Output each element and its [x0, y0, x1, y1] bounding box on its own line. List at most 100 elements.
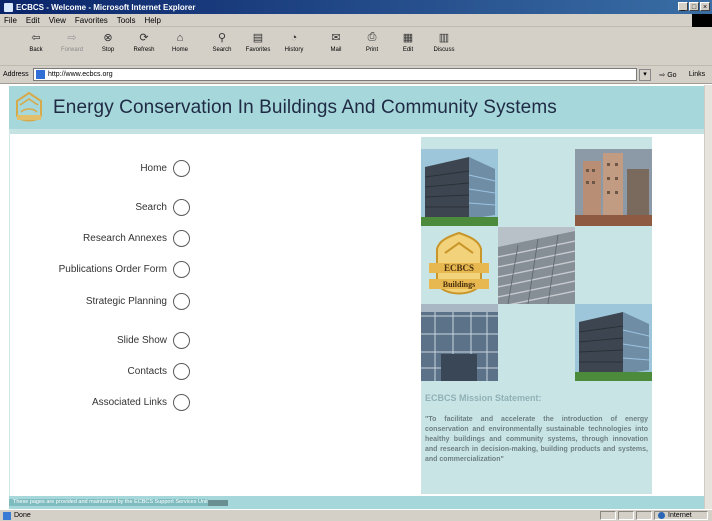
- edit-button[interactable]: ▦ Edit: [390, 31, 426, 63]
- nav-radio-icon[interactable]: [173, 332, 190, 349]
- nav-item-slide-show[interactable]: Slide Show: [117, 332, 190, 349]
- close-icon[interactable]: ×: [700, 2, 710, 11]
- nav-label: Research Annexes: [83, 233, 167, 244]
- nav-radio-icon[interactable]: [173, 199, 190, 216]
- building-photo-2: [575, 304, 652, 381]
- nav-label: Slide Show: [116, 335, 167, 346]
- window-controls: _ □ ×: [678, 2, 710, 11]
- page-status-icon: [3, 511, 11, 520]
- nav-item-publications-order-form[interactable]: Publications Order Form: [59, 261, 190, 278]
- nav-label: Strategic Planning: [85, 296, 167, 307]
- nav-label: Publications Order Form: [58, 264, 167, 275]
- nav-radio-icon[interactable]: [173, 230, 190, 247]
- print-button[interactable]: ⎙ Print: [354, 31, 390, 63]
- nav-label: Associated Links: [91, 397, 167, 408]
- status-cells: [600, 511, 652, 520]
- print-icon: ⎙: [367, 31, 377, 43]
- globe-icon: [658, 512, 665, 519]
- menu-help[interactable]: Help: [144, 16, 160, 25]
- forward-arrow-icon: ⇨: [67, 32, 77, 44]
- search-icon: ⚲: [217, 32, 227, 44]
- mission-text: "To facilitate and accelerate the introd…: [425, 416, 648, 463]
- status-text: Done: [14, 512, 31, 519]
- forward-button[interactable]: ⇨ Forward: [54, 31, 90, 63]
- menu-tools[interactable]: Tools: [117, 16, 136, 25]
- address-input[interactable]: http://www.ecbcs.org: [33, 68, 637, 81]
- nav-radio-icon[interactable]: [173, 363, 190, 380]
- banner-underline: [9, 129, 704, 134]
- zone-label: Internet: [668, 512, 692, 519]
- nav-label: Search: [135, 202, 167, 213]
- vertical-scrollbar[interactable]: [704, 85, 712, 509]
- glass-facade-photo: [421, 304, 498, 381]
- site-title: Energy Conservation In Buildings And Com…: [53, 96, 557, 118]
- stop-icon: ⊗: [103, 32, 113, 44]
- solar-roof-photo: [498, 227, 575, 304]
- page-icon: [36, 70, 45, 79]
- history-button[interactable]: ◔ History: [276, 31, 312, 63]
- search-button[interactable]: ⚲ Search: [204, 31, 240, 63]
- windows-logo: [692, 14, 712, 27]
- page-viewport: Energy Conservation In Buildings And Com…: [0, 85, 704, 509]
- nav-radio-icon[interactable]: [173, 261, 190, 278]
- mission-heading: ECBCS Mission Statement:: [425, 393, 542, 403]
- nav-item-research-annexes[interactable]: Research Annexes: [83, 230, 190, 247]
- status-bar: Done Internet: [0, 509, 712, 521]
- discuss-button[interactable]: ▥ Discuss: [426, 31, 462, 63]
- discuss-icon: ▥: [438, 32, 450, 44]
- mail-icon: ✉: [331, 32, 341, 44]
- nav-radio-icon[interactable]: [173, 394, 190, 411]
- menu-favorites[interactable]: Favorites: [75, 16, 108, 25]
- home-icon: ⌂: [176, 31, 184, 44]
- go-button[interactable]: ⇨ Go: [651, 71, 685, 79]
- minimize-icon[interactable]: _: [678, 2, 688, 11]
- refresh-icon: ⟳: [139, 32, 149, 44]
- standard-toolbar: ⇦ Back ⇨ Forward ⊗ Stop ⟳ Refresh ⌂ Home…: [0, 27, 712, 66]
- stop-button[interactable]: ⊗ Stop: [90, 31, 126, 63]
- logo-tile-line2: Buildings: [443, 280, 475, 289]
- nav-radio-icon[interactable]: [173, 293, 190, 310]
- favorites-icon: ▤: [252, 32, 264, 44]
- refresh-button[interactable]: ⟳ Refresh: [126, 31, 162, 63]
- back-arrow-icon: ⇦: [31, 32, 41, 44]
- left-border: [9, 129, 10, 509]
- menu-file[interactable]: File: [4, 16, 17, 25]
- links-button[interactable]: Links: [685, 71, 709, 78]
- footer-text: These pages are provided and maintained …: [9, 499, 208, 506]
- edit-icon: ▦: [402, 32, 414, 44]
- city-photo: [575, 149, 652, 226]
- address-dropdown-icon[interactable]: ▾: [639, 68, 651, 81]
- security-zone: Internet: [654, 511, 708, 520]
- nav-item-strategic-planning[interactable]: Strategic Planning: [86, 293, 190, 310]
- ecbcs-buildings-logo: ECBCS Buildings: [421, 227, 498, 304]
- building-photo-1: [421, 149, 498, 226]
- menu-bar: File Edit View Favorites Tools Help: [0, 14, 712, 27]
- nav-label: Contacts: [127, 366, 167, 377]
- nav-item-associated-links[interactable]: Associated Links: [92, 394, 190, 411]
- nav-item-home[interactable]: Home: [140, 160, 190, 177]
- nav-radio-icon[interactable]: [173, 160, 190, 177]
- logo-tile-line1: ECBCS: [444, 263, 474, 273]
- address-url: http://www.ecbcs.org: [48, 71, 113, 78]
- history-icon: ◔: [290, 31, 298, 44]
- address-bar: Address http://www.ecbcs.org ▾ ⇨ Go Link…: [0, 66, 712, 84]
- page-footer: These pages are provided and maintained …: [9, 496, 704, 509]
- window-title: ECBCS - Welcome - Microsoft Internet Exp…: [16, 2, 196, 12]
- maximize-icon[interactable]: □: [689, 2, 699, 11]
- nav-item-contacts[interactable]: Contacts: [128, 363, 190, 380]
- ie-icon: [4, 2, 13, 12]
- nav-item-search[interactable]: Search: [135, 199, 190, 216]
- mission-statement: ECBCS Mission Statement: "To facilitate …: [421, 387, 652, 465]
- home-button[interactable]: ⌂ Home: [162, 31, 198, 63]
- favorites-button[interactable]: ▤ Favorites: [240, 31, 276, 63]
- menu-view[interactable]: View: [49, 16, 66, 25]
- menu-edit[interactable]: Edit: [26, 16, 40, 25]
- ecbcs-logo: [12, 89, 46, 127]
- back-button[interactable]: ⇦ Back: [18, 31, 54, 63]
- nav-label: Home: [140, 163, 167, 174]
- mail-button[interactable]: ✉ Mail: [318, 31, 354, 63]
- site-banner: Energy Conservation In Buildings And Com…: [9, 86, 704, 129]
- window-titlebar: ECBCS - Welcome - Microsoft Internet Exp…: [0, 0, 712, 14]
- address-label: Address: [3, 71, 29, 78]
- footer-link-bar[interactable]: [207, 499, 228, 506]
